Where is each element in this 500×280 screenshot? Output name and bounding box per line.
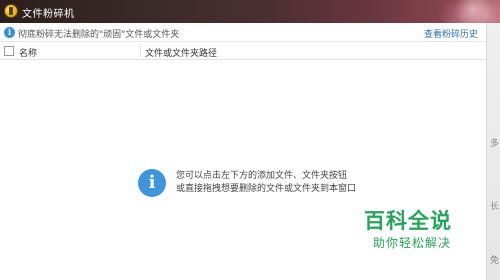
window-titlebar: 文件粉碎机 [0, 0, 500, 23]
info-hint-text: 彻底粉碎无法删除的"顽固"文件或文件夹 [18, 30, 180, 40]
view-shred-history-link[interactable]: 查看粉碎历史 [424, 27, 478, 40]
empty-state-info-icon: i [138, 169, 166, 197]
column-divider[interactable] [140, 45, 141, 57]
background-text-fragment: 免 [490, 256, 500, 266]
column-header-path[interactable]: 文件或文件夹路径 [145, 46, 217, 59]
empty-state-line-1: 您可以点击左下方的添加文件、文件夹按钮 [176, 171, 348, 181]
file-table-header: 名称 文件或文件夹路径 [0, 42, 486, 60]
shredder-app-icon [4, 4, 18, 18]
background-text-fragment: 多 [490, 139, 500, 149]
titlebar-background-decoration [410, 0, 500, 23]
info-icon: i [4, 27, 15, 38]
empty-state-line-2: 或直接拖拽想要删除的文件或文件夹到本窗口 [176, 184, 357, 194]
info-bar: i 彻底粉碎无法删除的"顽固"文件或文件夹 查看粉碎历史 [0, 23, 486, 42]
watermark-logo-text: 百科全说 [364, 209, 452, 233]
select-all-checkbox[interactable] [4, 46, 14, 56]
window-title: 文件粉碎机 [22, 9, 75, 20]
column-header-name[interactable]: 名称 [19, 46, 37, 59]
background-text-fragment: 长 [490, 202, 500, 212]
background-window-edge: 多 长 免 [486, 23, 500, 280]
watermark-slogan: 助你轻松解决 [373, 236, 452, 250]
